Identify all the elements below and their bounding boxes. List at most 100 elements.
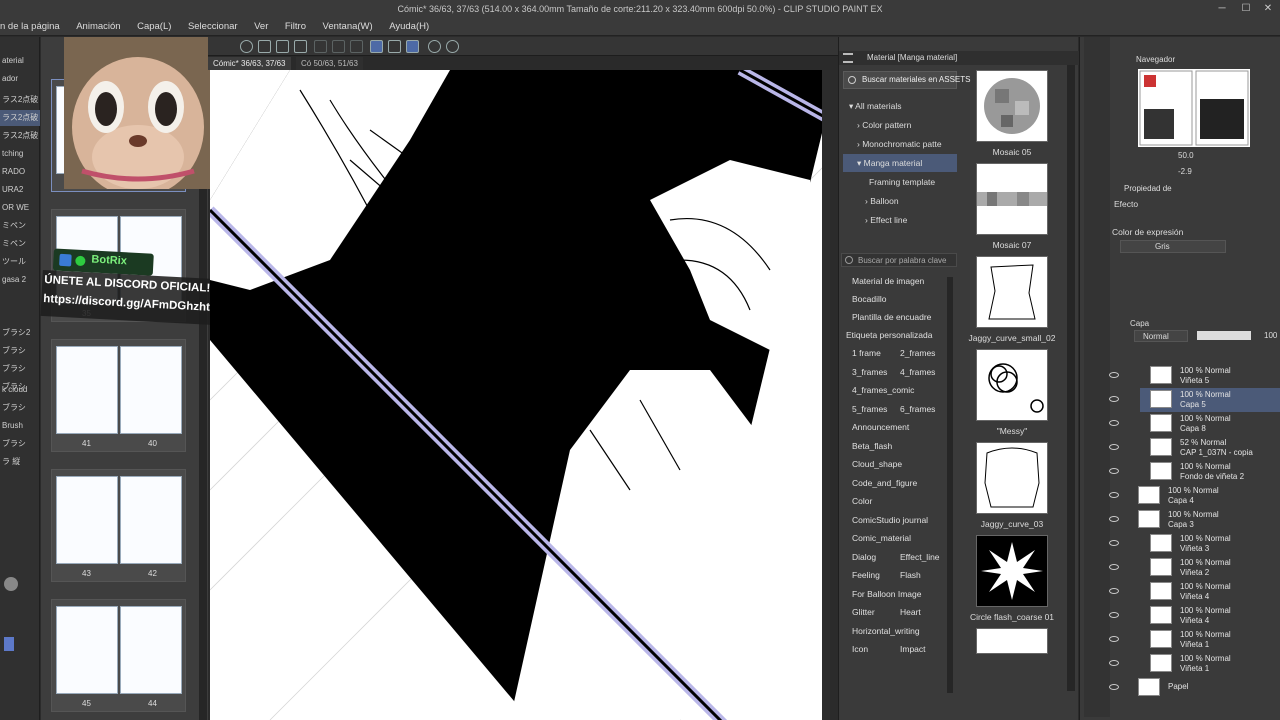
tab-comic-36[interactable]: Cómic* 36/63, 37/63 bbox=[208, 57, 291, 70]
page-card[interactable]: 43 42 bbox=[51, 469, 186, 582]
visibility-eye-icon[interactable] bbox=[1109, 396, 1119, 402]
color-swatch[interactable] bbox=[4, 637, 14, 651]
gear-icon[interactable] bbox=[240, 40, 253, 53]
tag-button[interactable]: For Balloon Image bbox=[847, 587, 926, 602]
menu-page[interactable]: n de la página bbox=[0, 18, 67, 36]
category-image-material[interactable]: Material de imagen bbox=[847, 274, 929, 289]
tree-item-framing-template[interactable]: Framing template bbox=[869, 173, 935, 191]
subtool-item[interactable]: ミペン bbox=[0, 236, 40, 252]
tag-button[interactable]: Dialog bbox=[847, 550, 881, 565]
layer-row[interactable]: 100 % Normal Capa 5 bbox=[1140, 388, 1280, 412]
tree-item-balloon[interactable]: › Balloon bbox=[865, 192, 899, 210]
page-card[interactable]: 41 40 bbox=[51, 339, 186, 452]
help-icon[interactable] bbox=[446, 40, 459, 53]
rotation-value[interactable]: -2.9 bbox=[1178, 167, 1192, 176]
tree-item-all-materials[interactable]: ▾ All materials bbox=[849, 97, 901, 115]
expression-color-select[interactable]: Gris bbox=[1120, 240, 1226, 253]
material-thumb-jaggy-03[interactable] bbox=[976, 442, 1048, 514]
visibility-eye-icon[interactable] bbox=[1109, 540, 1119, 546]
material-thumb-jaggy-small[interactable] bbox=[976, 256, 1048, 328]
menu-window[interactable]: Ventana(W) bbox=[316, 18, 380, 36]
panel-menu-icon[interactable] bbox=[843, 53, 853, 63]
subtool-item[interactable]: ラス2点破 bbox=[0, 92, 40, 108]
subtool-item[interactable]: ブラシ bbox=[0, 436, 40, 452]
layer-row[interactable]: 100 % Normal Viñeta 5 bbox=[1140, 364, 1280, 388]
tag-button[interactable]: Comic_material bbox=[847, 531, 916, 546]
menu-select[interactable]: Seleccionar bbox=[181, 18, 245, 36]
material-thumb-circle-flash[interactable] bbox=[976, 535, 1048, 607]
zoom-value[interactable]: 50.0 bbox=[1178, 151, 1194, 160]
visibility-eye-icon[interactable] bbox=[1109, 588, 1119, 594]
tag-button[interactable]: ComicStudio journal bbox=[847, 513, 933, 528]
layer-row[interactable]: 100 % Normal Viñeta 2 bbox=[1140, 556, 1280, 580]
tag-button[interactable]: Color bbox=[847, 494, 877, 509]
visibility-eye-icon[interactable] bbox=[1109, 516, 1119, 522]
material-thumb-mosaic07[interactable] bbox=[976, 163, 1048, 235]
visibility-eye-icon[interactable] bbox=[1109, 564, 1119, 570]
tag-button[interactable]: Announcement bbox=[847, 420, 914, 435]
disabled-icon[interactable] bbox=[332, 40, 345, 53]
menu-layer[interactable]: Capa(L) bbox=[130, 18, 178, 36]
visibility-eye-icon[interactable] bbox=[1109, 612, 1119, 618]
layer-row[interactable]: 100 % Normal Viñeta 1 bbox=[1140, 652, 1280, 676]
layer-row[interactable]: 100 % Normal Capa 3 bbox=[1128, 508, 1278, 532]
tag-button[interactable]: Code_and_figure bbox=[847, 476, 922, 491]
subtool-item[interactable]: aterial bbox=[0, 53, 40, 69]
layer-row[interactable]: Papel bbox=[1128, 676, 1278, 700]
pen-snap-icon[interactable] bbox=[388, 40, 401, 53]
tree-item-color-pattern[interactable]: › Color pattern bbox=[857, 116, 911, 134]
subtool-item[interactable]: ブラシ2 bbox=[0, 325, 40, 341]
subtool-item[interactable]: OR WE bbox=[0, 200, 40, 216]
category-balloon[interactable]: Bocadillo bbox=[847, 292, 892, 307]
canvas-scrollbar[interactable] bbox=[822, 70, 830, 720]
subtool-item[interactable]: URA2 bbox=[0, 182, 40, 198]
tag-button[interactable]: Horizontal_writing bbox=[847, 624, 925, 639]
subtool-item[interactable]: ブラシ bbox=[0, 361, 40, 377]
close-icon[interactable]: ✕ bbox=[1256, 0, 1280, 18]
special-ruler-icon[interactable] bbox=[406, 40, 419, 53]
visibility-eye-icon[interactable] bbox=[1109, 684, 1119, 690]
tag-button[interactable]: 4_frames_comic bbox=[847, 383, 919, 398]
visibility-eye-icon[interactable] bbox=[1109, 372, 1119, 378]
subtool-item[interactable]: ラス2点破 3 bbox=[0, 128, 40, 144]
subtool-item[interactable]: gasa 2 bbox=[0, 272, 40, 288]
tag-button[interactable]: Impact bbox=[895, 642, 931, 657]
brush-size-icon[interactable] bbox=[4, 577, 18, 591]
tag-button[interactable]: Cloud_shape bbox=[847, 457, 907, 472]
tag-button[interactable]: 4_frames bbox=[895, 365, 940, 380]
tag-button[interactable]: 6_frames bbox=[895, 402, 940, 417]
layer-row[interactable]: 52 % Normal CAP 1_037N - copia bbox=[1140, 436, 1280, 460]
subtool-item[interactable]: ツール bbox=[0, 254, 40, 270]
keyword-search-input[interactable]: Buscar por palabra clave bbox=[841, 253, 957, 267]
tree-item-effect-line[interactable]: › Effect line bbox=[865, 211, 907, 229]
tab-comic-50[interactable]: Có 50/63, 51/63 bbox=[296, 57, 363, 70]
visibility-eye-icon[interactable] bbox=[1109, 660, 1119, 666]
disabled-icon[interactable] bbox=[314, 40, 327, 53]
layer-row[interactable]: 100 % Normal Capa 4 bbox=[1128, 484, 1278, 508]
crop-icon[interactable] bbox=[294, 40, 307, 53]
tag-button[interactable]: Heart bbox=[895, 605, 926, 620]
subtool-item[interactable]: ブラシ bbox=[0, 343, 40, 359]
tag-button[interactable]: Flash bbox=[895, 568, 926, 583]
tag-button[interactable]: Feeling bbox=[847, 568, 885, 583]
subtool-item[interactable]: k cloud bbox=[0, 382, 40, 398]
transform-icon[interactable] bbox=[258, 40, 271, 53]
layer-row[interactable]: 100 % Normal Viñeta 1 bbox=[1140, 628, 1280, 652]
layer-row[interactable]: 100 % Normal Fondo de viñeta 2 bbox=[1140, 460, 1280, 484]
search-assets-button[interactable]: Buscar materiales en ASSETS bbox=[843, 71, 971, 89]
tag-button[interactable]: 3_frames bbox=[847, 365, 892, 380]
subtool-item[interactable]: ブラシ bbox=[0, 400, 40, 416]
minimize-icon[interactable]: ─ bbox=[1210, 0, 1234, 18]
opacity-slider[interactable] bbox=[1197, 331, 1251, 340]
subtool-item[interactable]: Brush bbox=[0, 418, 40, 434]
tag-button[interactable]: Icon bbox=[847, 642, 873, 657]
material-thumb-messy[interactable] bbox=[976, 349, 1048, 421]
layer-row[interactable]: 100 % Normal Viñeta 4 bbox=[1140, 580, 1280, 604]
menu-help[interactable]: Ayuda(H) bbox=[382, 18, 436, 36]
tree-item-monochromatic[interactable]: › Monochromatic patte bbox=[857, 135, 942, 153]
visibility-eye-icon[interactable] bbox=[1109, 492, 1119, 498]
disabled-icon[interactable] bbox=[350, 40, 363, 53]
opacity-value[interactable]: 100 bbox=[1264, 331, 1277, 340]
material-scrollbar[interactable] bbox=[1067, 65, 1075, 691]
tree-item-manga-material[interactable]: ▾ Manga material bbox=[843, 154, 957, 172]
